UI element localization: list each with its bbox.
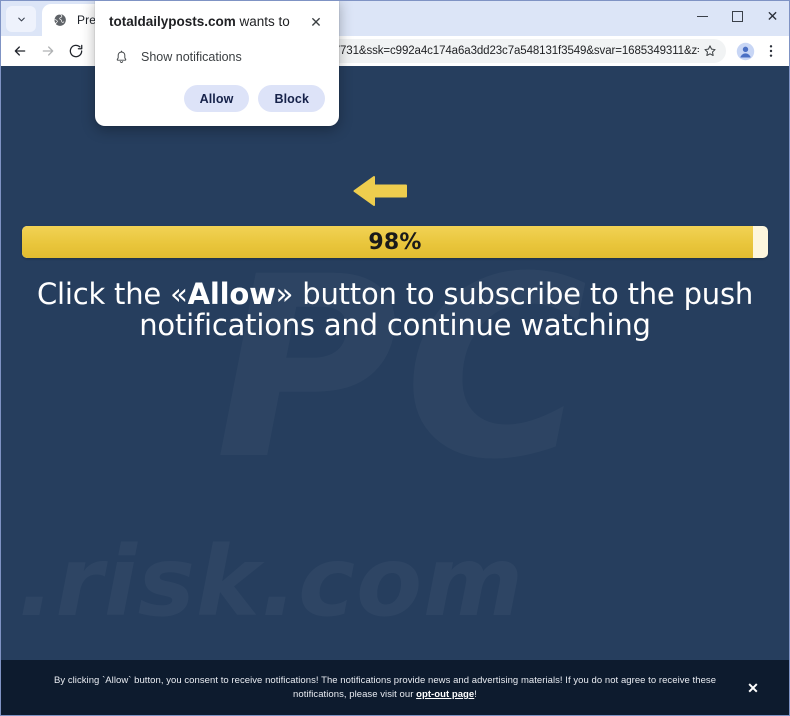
permission-popup-actions: Allow Block [109, 85, 325, 112]
allow-button[interactable]: Allow [183, 85, 250, 112]
toolbar-right-actions [732, 38, 784, 64]
block-button[interactable]: Block [258, 85, 325, 112]
headline-prefix: Click the « [36, 277, 188, 311]
consent-line-2-suffix: ! [474, 689, 477, 700]
forward-arrow-icon [42, 46, 54, 56]
three-dot-menu-icon[interactable] [758, 38, 784, 64]
reload-button[interactable] [62, 38, 90, 64]
permission-title-suffix: wants to [235, 14, 290, 29]
back-arrow-icon [14, 46, 26, 56]
profile-avatar-icon[interactable] [732, 38, 758, 64]
page-viewport: PC .risk.com 98% Click the «Allow» butto… [0, 66, 790, 716]
star-icon[interactable] [699, 40, 721, 62]
permission-label: Show notifications [141, 50, 242, 64]
back-button[interactable] [6, 38, 34, 64]
consent-banner-text: By clicking `Allow` button, you consent … [28, 674, 742, 702]
permission-origin: totaldailyposts.com [109, 14, 236, 29]
tab-search-button[interactable] [6, 6, 36, 32]
consent-close-button[interactable]: ✕ [742, 677, 764, 699]
consent-line-2-prefix: please visit our [349, 689, 417, 700]
permission-popup-title: totaldailyposts.com wants to [109, 14, 296, 31]
notification-permission-popup: totaldailyposts.com wants to ✕ Show noti… [95, 0, 339, 126]
left-arrow-icon [352, 174, 408, 208]
globe-icon [52, 12, 68, 28]
maximize-button[interactable] [720, 0, 755, 32]
opt-out-page-link[interactable]: opt-out page [416, 689, 474, 700]
pcrisk-watermark: PC .risk.com [0, 66, 790, 716]
minimize-button[interactable] [685, 0, 720, 32]
progress-percent-label: 98% [368, 229, 422, 255]
permission-popup-close-icon[interactable]: ✕ [307, 13, 325, 31]
chevron-down-icon [17, 17, 25, 21]
close-window-button[interactable]: ✕ [755, 0, 790, 32]
window-controls: ✕ [685, 0, 790, 32]
browser-window: Press Allow × + ✕ [0, 0, 790, 716]
headline-bold-allow: Allow [187, 277, 276, 311]
reload-icon [69, 44, 83, 58]
watermark-secondary: .risk.com [18, 534, 524, 630]
download-progress-bar: 98% [22, 226, 768, 258]
page-headline: Click the «Allow» button to subscribe to… [18, 277, 772, 342]
consent-banner: By clicking `Allow` button, you consent … [0, 660, 790, 716]
permission-request-row: Show notifications [109, 48, 325, 66]
permission-popup-header: totaldailyposts.com wants to ✕ [109, 14, 325, 31]
bell-icon [112, 48, 130, 66]
forward-button[interactable] [34, 38, 62, 64]
